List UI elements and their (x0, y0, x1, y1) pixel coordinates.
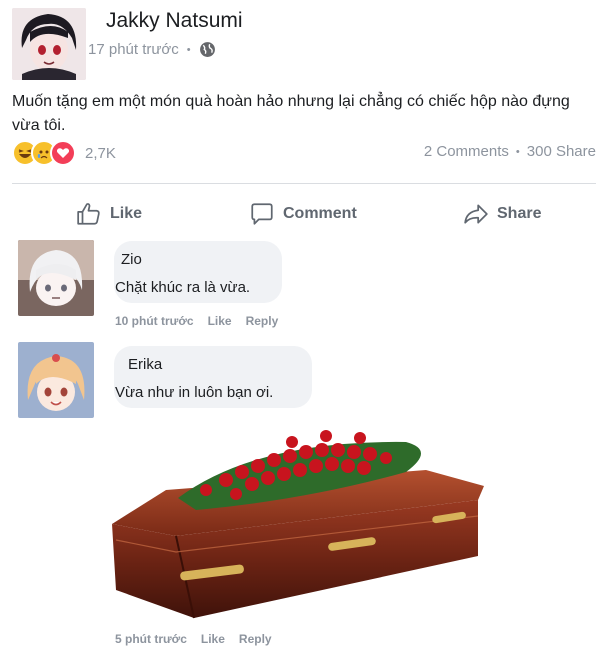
like-button[interactable]: Like (76, 201, 142, 227)
comment-attachment-image[interactable] (106, 420, 490, 624)
share-label: Share (497, 205, 542, 222)
comment-meta-erika: 5 phút trước Like Reply (115, 632, 272, 646)
comment-time-zio[interactable]: 10 phút trước (115, 314, 194, 328)
reactions-summary[interactable]: 2,7K (12, 140, 116, 166)
shares-count[interactable]: 300 Share (527, 143, 596, 160)
comment-like-erika[interactable]: Like (201, 632, 225, 646)
comment-text-erika: Vừa như in luôn bạn ơi. (115, 384, 274, 401)
stats-separator: • (515, 145, 520, 158)
like-label: Like (110, 205, 143, 222)
comment-bubble-erika: Erika Vừa như in luôn bạn ơi. (114, 346, 312, 408)
post-time[interactable]: 17 phút trước (88, 41, 179, 58)
commenter-avatar-zio[interactable] (18, 240, 94, 316)
post-author-name[interactable]: Jakky Natsumi (106, 9, 243, 33)
reaction-count[interactable]: 2,7K (85, 145, 116, 162)
author-avatar[interactable] (12, 8, 86, 80)
comment-meta-zio: 10 phút trước Like Reply (115, 314, 278, 328)
meta-separator: • (186, 43, 191, 56)
comments-count[interactable]: 2 Comments (424, 143, 509, 160)
comment-reply-erika[interactable]: Reply (239, 632, 272, 646)
comment-icon (251, 203, 273, 225)
share-button[interactable]: Share (463, 201, 541, 227)
comment-author-erika[interactable]: Erika (128, 356, 162, 373)
comment-button[interactable]: Comment (249, 201, 357, 227)
comment-like-zio[interactable]: Like (208, 314, 232, 328)
comment-author-zio[interactable]: Zio (121, 251, 142, 268)
comment-time-erika[interactable]: 5 phút trước (115, 632, 187, 646)
post-stats: 2 Comments • 300 Share (424, 143, 596, 160)
thumbs-up-icon (77, 203, 100, 225)
post-meta: 17 phút trước • (88, 41, 216, 58)
post-text: Muốn tặng em một món quà hoàn hảo nhưng … (12, 93, 570, 134)
share-icon (464, 204, 488, 224)
comment-reply-zio[interactable]: Reply (246, 314, 279, 328)
globe-icon (199, 42, 215, 57)
love-reaction-icon (50, 140, 76, 166)
comment-text-zio: Chặt khúc ra là vừa. (115, 279, 251, 296)
divider (12, 183, 596, 184)
comment-bubble-zio: Zio Chặt khúc ra là vừa. (114, 241, 282, 303)
commenter-avatar-erika[interactable] (18, 342, 94, 418)
comment-label: Comment (283, 205, 357, 222)
